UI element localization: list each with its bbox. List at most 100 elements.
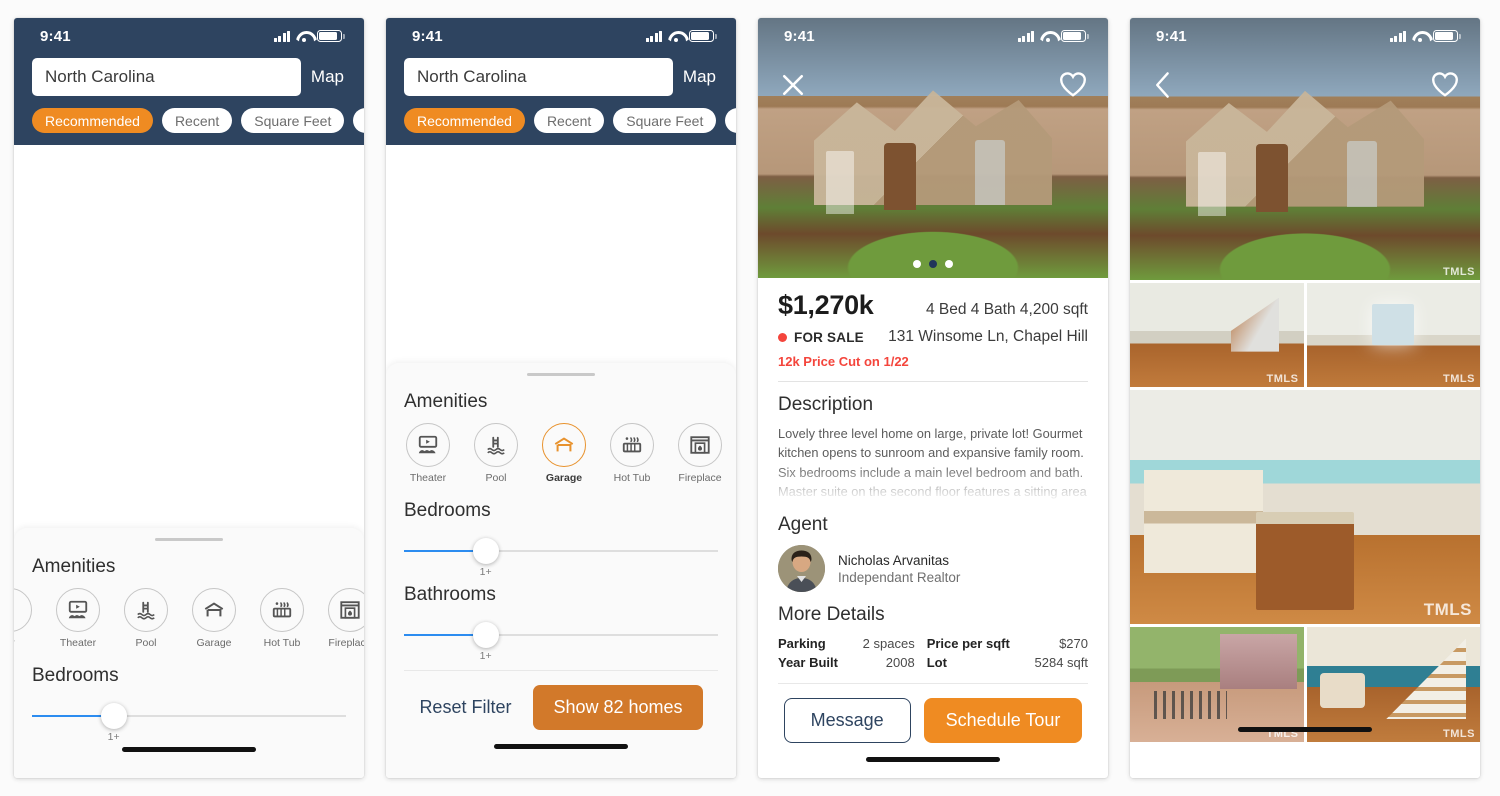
chip-price[interactable]: Pri xyxy=(725,108,736,133)
carousel-dot[interactable] xyxy=(913,260,921,268)
divider xyxy=(778,381,1088,382)
status-time: 9:41 xyxy=(40,27,71,45)
amenity-hot-tub[interactable]: Hot Tub xyxy=(608,423,656,484)
battery-icon xyxy=(1433,30,1461,42)
amenities-title: Amenities xyxy=(404,391,488,412)
sort-chip-row[interactable]: Recommended Recent Square Feet Pri xyxy=(14,96,364,145)
description-title: Description xyxy=(778,394,874,415)
wifi-icon xyxy=(668,31,683,42)
bedrooms-title: Bedrooms xyxy=(404,500,491,521)
agent-title: Agent xyxy=(778,514,828,535)
slider-thumb[interactable] xyxy=(100,703,127,729)
agent-row[interactable]: Nicholas Arvanitas Independant Realtor xyxy=(778,545,1088,592)
chip-recommended[interactable]: Recommended xyxy=(404,108,525,133)
carousel-dots[interactable] xyxy=(758,260,1108,268)
home-indicator xyxy=(494,744,628,749)
description-text: Lovely three level home on large, privat… xyxy=(778,426,1087,500)
amenity-pool[interactable]: Pool xyxy=(122,588,170,649)
status-bar-4: 9:41 xyxy=(1130,18,1480,54)
garage-icon xyxy=(192,588,236,632)
amenity-partial-left[interactable]: ar xyxy=(14,588,34,649)
watermark: TMLS xyxy=(1443,266,1475,278)
chip-square-feet[interactable]: Square Feet xyxy=(241,108,345,133)
chip-recent[interactable]: Recent xyxy=(533,108,605,133)
message-button[interactable]: Message xyxy=(783,698,911,743)
bedrooms-title: Bedrooms xyxy=(32,665,119,686)
watermark: TMLS xyxy=(1443,373,1475,385)
agent-name: Nicholas Arvanitas xyxy=(838,552,950,568)
amenity-fireplace[interactable]: Fireplace xyxy=(326,588,364,649)
amenity-pool[interactable]: Pool xyxy=(472,423,520,484)
bedrooms-value: 1+ xyxy=(479,566,492,578)
battery-icon xyxy=(689,30,717,42)
wifi-icon xyxy=(296,31,311,42)
gallery-photo-kitchen[interactable]: TMLS xyxy=(1130,390,1480,624)
amenity-hot-tub[interactable]: Hot Tub xyxy=(258,588,306,649)
search-header-2: 9:41 North Carolina Map Recommended Rece… xyxy=(386,18,736,145)
status-bar-3: 9:41 xyxy=(758,18,1108,54)
screenshot-stage: 9:41 North Carolina Map Recommended Rece… xyxy=(0,0,1500,796)
battery-icon xyxy=(1061,30,1089,42)
search-row: North Carolina Map xyxy=(14,54,364,96)
status-icons xyxy=(273,30,345,42)
signal-bars-icon xyxy=(1017,30,1034,42)
slider-thumb[interactable] xyxy=(472,622,499,648)
beds-baths-sqft: 4 Bed 4 Bath 4,200 sqft xyxy=(925,301,1088,318)
amenities-scroller[interactable]: ar Theater Pool xyxy=(14,578,364,649)
amenity-theater[interactable]: Theater xyxy=(404,423,452,484)
wifi-icon xyxy=(1412,31,1427,42)
pool-icon xyxy=(124,588,168,632)
gallery-photo-living-room[interactable]: TMLS xyxy=(1130,283,1304,387)
price-cut-banner: 12k Price Cut on 1/22 xyxy=(778,354,909,369)
avatar xyxy=(778,545,825,592)
reset-filter-button[interactable]: Reset Filter xyxy=(419,697,511,718)
amenity-theater[interactable]: Theater xyxy=(54,588,102,649)
gallery-photo-foyer-staircase[interactable]: TMLS xyxy=(1306,627,1480,742)
watermark: TMLS xyxy=(1266,373,1299,385)
bedrooms-slider[interactable]: 1+ xyxy=(404,534,718,578)
signal-bars-icon xyxy=(273,30,290,42)
home-indicator xyxy=(1238,727,1372,732)
amenity-label: Theater xyxy=(59,637,97,649)
search-input[interactable]: North Carolina xyxy=(404,58,673,96)
map-toggle-link[interactable]: Map xyxy=(311,67,346,87)
listing-hero-photo[interactable]: 9:41 xyxy=(758,18,1108,278)
sort-chip-row[interactable]: Recommended Recent Square Feet Pri xyxy=(386,96,736,145)
carousel-dot[interactable] xyxy=(945,260,953,268)
amenity-garage[interactable]: Garage xyxy=(540,423,588,484)
search-input[interactable]: North Carolina xyxy=(32,58,301,96)
amenity-fireplace[interactable]: Fireplace xyxy=(676,423,724,484)
detail-value: 2 spaces xyxy=(862,636,915,651)
amenity-garage[interactable]: Garage xyxy=(190,588,238,649)
chip-price[interactable]: Pri xyxy=(353,108,364,133)
map-toggle-link[interactable]: Map xyxy=(683,67,718,87)
chip-square-feet[interactable]: Square Feet xyxy=(613,108,717,133)
back-chevron-icon[interactable] xyxy=(1150,70,1176,105)
heart-icon[interactable] xyxy=(1430,70,1460,103)
status-time: 9:41 xyxy=(784,27,815,45)
detail-key: Lot xyxy=(926,655,947,670)
amenities-title: Amenities xyxy=(32,556,116,577)
amenities-scroller[interactable]: Theater Pool Garage Hot Tub Fireplace xyxy=(386,413,736,484)
gallery-photo-patio[interactable]: TMLS xyxy=(1130,627,1304,742)
gallery-row-upper: TMLS TMLS xyxy=(1130,283,1480,387)
bathrooms-slider[interactable]: 1+ xyxy=(404,618,718,662)
chip-recommended[interactable]: Recommended xyxy=(32,108,153,133)
carousel-dot-active[interactable] xyxy=(929,260,937,268)
chip-recent[interactable]: Recent xyxy=(161,108,233,133)
gallery-photo-dining-room[interactable]: TMLS xyxy=(1306,283,1480,387)
bedrooms-slider[interactable]: 1+ xyxy=(32,699,346,743)
fireplace-icon xyxy=(678,423,722,467)
schedule-tour-button[interactable]: Schedule Tour xyxy=(923,698,1083,743)
show-homes-button[interactable]: Show 82 homes xyxy=(533,685,703,730)
status-bar-2: 9:41 xyxy=(386,18,736,54)
heart-icon[interactable] xyxy=(1058,70,1088,103)
close-icon[interactable] xyxy=(778,70,808,105)
slider-thumb[interactable] xyxy=(472,538,499,564)
status-bar: 9:41 xyxy=(14,18,364,54)
detail-key: Parking xyxy=(778,636,826,651)
gallery-hero-photo[interactable]: 9:41 TMLS xyxy=(1130,18,1480,280)
partial-icon xyxy=(14,588,32,632)
photo-gallery: 9:41 TMLS TMLS TMLS TMLS TMLS TMLS xyxy=(1130,18,1480,778)
battery-icon xyxy=(317,30,345,42)
